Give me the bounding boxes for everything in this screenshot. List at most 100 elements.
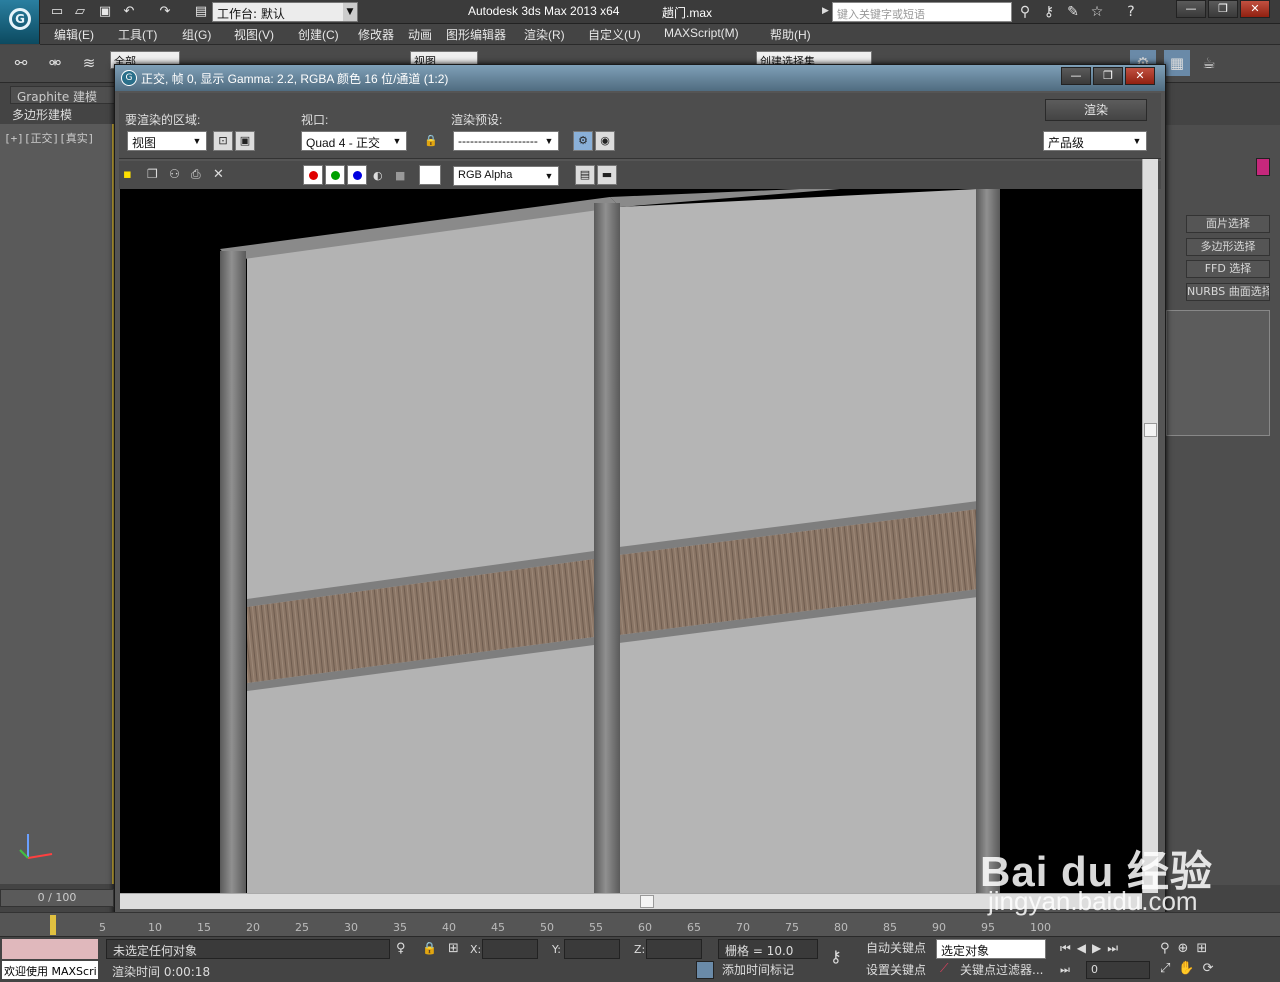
add-time-tag[interactable]: 添加时间标记 xyxy=(722,961,794,978)
menu-tools[interactable]: 工具(T) xyxy=(118,26,157,43)
graphite-tab[interactable]: Graphite 建模 xyxy=(10,86,118,104)
menu-maxscript[interactable]: MAXScript(M) xyxy=(664,26,739,40)
clear-icon[interactable]: ✕ xyxy=(213,167,229,183)
minimize-icon[interactable]: — xyxy=(1176,0,1206,18)
background-color-swatch[interactable] xyxy=(419,165,441,185)
set-key-icon[interactable]: ⚷ xyxy=(830,947,842,966)
toggle-ui-icon[interactable]: ▬ xyxy=(597,165,617,185)
favorites-star-icon[interactable]: ☆ xyxy=(1088,3,1106,21)
open-file-icon[interactable]: ▱ xyxy=(71,3,89,21)
unlink-icon[interactable]: ⚮ xyxy=(42,50,68,76)
close-icon[interactable]: ✕ xyxy=(1240,0,1270,18)
copy-image-icon[interactable]: ❐ xyxy=(147,167,163,183)
render-preset-dropdown[interactable]: -------------------- ▼ xyxy=(453,131,559,151)
playback-controls[interactable]: ⏮◀▶⏭ xyxy=(1060,941,1124,956)
modifier-stack-list[interactable] xyxy=(1166,310,1270,436)
menu-help[interactable]: 帮助(H) xyxy=(770,26,811,43)
vertical-scrollbar[interactable] xyxy=(1142,159,1158,893)
x-coordinate-field[interactable] xyxy=(482,939,538,959)
toggle-ui-overlay-icon[interactable]: ▤ xyxy=(575,165,595,185)
clone-window-icon[interactable]: ⚇ xyxy=(169,167,185,183)
selection-lock-icon[interactable]: 🔒 xyxy=(422,941,437,955)
search-input[interactable]: 键入关键字或短语 xyxy=(832,2,1012,22)
auto-region-icon[interactable]: ▣ xyxy=(235,131,255,151)
menu-group[interactable]: 组(G) xyxy=(182,26,211,43)
object-color-swatch[interactable] xyxy=(1256,158,1270,176)
menu-edit[interactable]: 编辑(E) xyxy=(54,26,94,43)
edit-region-icon[interactable]: ⊡ xyxy=(213,131,233,151)
viewport-left[interactable] xyxy=(0,124,114,884)
render-quality-dropdown[interactable]: 产品级 ▼ xyxy=(1043,131,1147,151)
workspace-dropdown[interactable]: 工作台: 默认 ▼ xyxy=(212,2,358,22)
time-tag-icon[interactable] xyxy=(696,961,714,979)
select-link-icon[interactable]: ⚯ xyxy=(8,50,34,76)
ffd-select-button[interactable]: FFD 选择 xyxy=(1186,260,1270,278)
y-coordinate-field[interactable] xyxy=(564,939,620,959)
z-coordinate-field[interactable] xyxy=(646,939,702,959)
key-mode-toggle-icon[interactable]: ⏭ xyxy=(1060,963,1070,977)
app-menu-button[interactable]: G xyxy=(0,0,40,44)
new-file-icon[interactable]: ▭ xyxy=(48,3,66,21)
current-frame-field[interactable]: 0 xyxy=(1086,961,1150,979)
green-channel-toggle[interactable] xyxy=(325,165,345,185)
isolate-icon[interactable]: ♀ xyxy=(396,941,406,956)
rendered-frame-window-icon[interactable]: ▦ xyxy=(1164,50,1190,76)
red-channel-toggle[interactable] xyxy=(303,165,323,185)
auto-key-button[interactable]: 自动关键点 xyxy=(866,939,926,956)
binoculars-icon[interactable]: ⚲ xyxy=(1016,3,1034,21)
restore-icon[interactable]: ❐ xyxy=(1208,0,1238,18)
tick-label: 60 xyxy=(638,921,652,934)
communication-icon[interactable]: ✎ xyxy=(1064,3,1082,21)
blue-channel-toggle[interactable] xyxy=(347,165,367,185)
help-icon[interactable]: ? xyxy=(1122,3,1140,21)
menu-create[interactable]: 创建(C) xyxy=(298,26,339,43)
menu-views[interactable]: 视图(V) xyxy=(234,26,274,43)
restore-icon[interactable]: ❐ xyxy=(1093,67,1123,85)
lock-icon[interactable]: 🔒 xyxy=(421,131,441,151)
redo-icon[interactable]: ↷ xyxy=(156,3,174,21)
absolute-mode-icon[interactable]: ⊞ xyxy=(448,941,459,956)
key-filters-button[interactable]: 关键点过滤器... xyxy=(960,961,1043,978)
menu-animation[interactable]: 动画 xyxy=(408,26,432,43)
patch-select-button[interactable]: 面片选择 xyxy=(1186,215,1270,233)
channel-dropdown[interactable]: RGB Alpha ▼ xyxy=(453,166,559,186)
minimize-icon[interactable]: — xyxy=(1061,67,1091,85)
monochrome-icon[interactable]: ■ xyxy=(395,169,405,182)
render-button[interactable]: 渲染 xyxy=(1045,99,1147,121)
current-frame-marker[interactable] xyxy=(50,915,56,935)
render-canvas[interactable] xyxy=(120,189,1142,893)
key-icon[interactable]: ⚷ xyxy=(1040,3,1058,21)
render-setup-icon[interactable]: ⚙ xyxy=(573,131,593,151)
print-icon[interactable]: ⎙ xyxy=(191,167,207,183)
undo-icon[interactable]: ↶ xyxy=(120,3,138,21)
menu-graph-editors[interactable]: 图形编辑器 xyxy=(446,26,506,43)
menu-customize[interactable]: 自定义(U) xyxy=(588,26,641,43)
set-key-button[interactable]: 设置关键点 xyxy=(866,961,926,978)
alpha-toggle-icon[interactable]: ◐ xyxy=(373,169,383,182)
maxscript-listener-mini[interactable] xyxy=(2,939,98,959)
menu-modifiers[interactable]: 修改器 xyxy=(358,26,394,43)
project-folder-icon[interactable]: ▤ xyxy=(192,3,210,21)
scroll-thumb[interactable] xyxy=(640,895,654,908)
render-teapot-icon[interactable]: ☕ xyxy=(1196,50,1222,76)
save-image-icon[interactable]: ▪ xyxy=(123,167,139,183)
scroll-thumb[interactable] xyxy=(1144,423,1157,437)
tick-label: 85 xyxy=(883,921,897,934)
nurbs-select-button[interactable]: NURBS 曲面选择 xyxy=(1186,283,1270,301)
search-expand-icon[interactable]: ▶ xyxy=(822,6,829,16)
nav-controls[interactable]: ⚲⊕⊞ xyxy=(1160,941,1215,956)
maxscript-welcome[interactable]: 欢迎使用 MAXScri xyxy=(2,961,98,979)
poly-select-button[interactable]: 多边形选择 xyxy=(1186,238,1270,256)
menu-rendering[interactable]: 渲染(R) xyxy=(524,26,565,43)
key-mode-dropdown[interactable]: 选定对象 xyxy=(936,939,1046,959)
save-icon[interactable]: ▣ xyxy=(96,3,114,21)
render-area-dropdown[interactable]: 视图 ▼ xyxy=(127,131,207,151)
poly-modeling-tab[interactable]: 多边形建模 xyxy=(12,106,72,123)
time-slider[interactable]: 0 / 100 xyxy=(0,889,114,907)
close-icon[interactable]: ✕ xyxy=(1125,67,1155,85)
viewport-label[interactable]: [+][正交][真实] xyxy=(4,130,94,146)
nav-controls-2[interactable]: ⤢✋⟳ xyxy=(1160,961,1221,976)
environment-icon[interactable]: ◉ xyxy=(595,131,615,151)
bind-space-warp-icon[interactable]: ≋ xyxy=(76,50,102,76)
viewport-dropdown[interactable]: Quad 4 - 正交 ▼ xyxy=(301,131,407,151)
